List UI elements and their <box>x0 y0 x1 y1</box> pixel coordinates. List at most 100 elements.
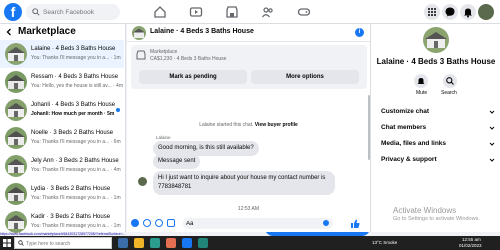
chevron-down-icon[interactable] <box>489 157 495 163</box>
search-icon <box>32 8 40 16</box>
listing-thumbnail <box>5 155 27 177</box>
bell-icon[interactable] <box>414 74 428 88</box>
conversation-title: Lydia · 3 Beds 2 Baths House <box>31 186 111 192</box>
home-icon[interactable] <box>153 5 167 19</box>
listing-thumbnail[interactable] <box>423 27 449 53</box>
like-icon[interactable] <box>349 218 361 230</box>
gaming-icon[interactable] <box>297 5 311 19</box>
conversation-preview: You: Thanks I'll message you in a... · 1… <box>31 195 121 201</box>
conversation-item[interactable]: Ressam · 4 Beds 3 Baths House You: Hello… <box>0 68 124 96</box>
video-icon[interactable] <box>189 5 203 19</box>
system-message-text: Lalaine started this chat. <box>199 122 254 128</box>
conversation-title: Jely Ann · 3 Beds 2 Baths House <box>31 158 119 164</box>
windows-start-icon[interactable] <box>3 239 11 247</box>
conversation-item[interactable]: Johanli · 4 Beds 3 Baths House Johanli: … <box>0 96 124 124</box>
emoji-icon[interactable] <box>323 220 329 226</box>
search-label: Search <box>441 90 457 96</box>
sender-name: Lalaine <box>156 135 171 140</box>
search-icon <box>18 240 24 246</box>
listing-thumbnail <box>5 127 27 149</box>
conversation-item[interactable]: Noelle · 3 Beds 2 Baths House You: Thank… <box>0 124 124 152</box>
conversation-title: Noelle · 3 Beds 2 Baths House <box>31 130 114 136</box>
taskbar-time[interactable]: 12:55 am <box>462 237 481 242</box>
taskview-icon[interactable] <box>118 238 128 248</box>
avatar[interactable] <box>478 4 494 20</box>
marketplace-icon <box>136 50 146 60</box>
chat-members-section[interactable]: Chat members <box>381 124 426 131</box>
back-arrow-icon[interactable] <box>5 28 13 36</box>
messenger-icon[interactable] <box>442 4 458 20</box>
edge-icon[interactable] <box>150 238 160 248</box>
chat-header: Lalaine · 4 Beds 3 Baths House i <box>127 24 370 42</box>
message-bubble-in: Message sent <box>153 154 201 169</box>
photo-icon[interactable] <box>143 219 151 227</box>
file-explorer-icon[interactable] <box>134 238 144 248</box>
windows-taskbar: 13°C Smoke 12:55 am 01/02/2023 <box>0 236 500 250</box>
details-name: Lalaine · 4 Beds 3 Baths House <box>376 57 496 66</box>
search-icon[interactable] <box>443 74 457 88</box>
listing-thumbnail <box>5 71 27 93</box>
search-input[interactable] <box>43 6 117 18</box>
details-panel: Lalaine · 4 Beds 3 Baths House Mute Sear… <box>370 24 500 232</box>
message-timestamp: 12:53 AM <box>237 206 260 212</box>
conversation-preview: You: Thanks I'll message you in a... · 4… <box>31 167 121 173</box>
customize-chat-section[interactable]: Customize chat <box>381 108 429 115</box>
message-composer <box>127 216 370 232</box>
conversation-title: Johanli · 4 Beds 3 Baths House <box>31 102 116 108</box>
marketplace-item-card: Marketplace CA$1,230 · 4 Beds 3 Baths Ho… <box>131 45 367 89</box>
taskbar-search[interactable] <box>14 237 112 249</box>
weather-status[interactable]: 13°C Smoke <box>372 240 397 245</box>
sidebar-title: Marketplace <box>18 26 76 37</box>
listing-thumbnail <box>5 183 27 205</box>
app-icon[interactable] <box>182 238 192 248</box>
conversation-preview: You: Thanks I'll message you in a... · 1… <box>31 55 121 61</box>
plus-icon[interactable] <box>131 219 139 227</box>
taskbar-search-input[interactable] <box>26 239 110 248</box>
chevron-down-icon[interactable] <box>489 125 495 131</box>
listing-thumbnail <box>5 99 27 121</box>
conversation-title: Ressam · 4 Beds 3 Baths House <box>31 74 119 80</box>
system-message: Lalaine started this chat. View buyer pr… <box>127 122 370 128</box>
conversation-title: Kadir · 3 Beds 2 Baths House <box>31 214 111 220</box>
conversation-title: Lalaine · 4 Beds 3 Baths House <box>31 46 116 52</box>
conversation-preview: You: Hello, yes the house is still av...… <box>31 83 123 89</box>
chevron-down-icon[interactable] <box>489 109 495 115</box>
item-price: CA$1,230 · 4 Beds 3 Baths House <box>150 56 227 62</box>
conversation-preview: You: Thanks I'll message you in a... · 1… <box>31 223 121 229</box>
mark-pending-button[interactable]: Mark as pending <box>139 70 247 84</box>
conversation-item[interactable]: Lydia · 3 Beds 2 Baths House You: Thanks… <box>0 180 124 208</box>
message-input[interactable] <box>183 218 333 229</box>
conversation-item[interactable]: Jely Ann · 3 Beds 2 Baths House You: Tha… <box>0 152 124 180</box>
view-buyer-profile-link[interactable]: View buyer profile <box>255 122 298 128</box>
listing-thumbnail <box>5 43 27 65</box>
marketplace-icon[interactable] <box>225 5 239 19</box>
groups-icon[interactable] <box>261 5 275 19</box>
sender-avatar <box>138 177 147 186</box>
chrome-icon[interactable] <box>166 238 176 248</box>
facebook-logo[interactable]: f <box>4 3 22 21</box>
conversation-sidebar: Marketplace Lalaine · 4 Beds 3 Baths Hou… <box>0 24 126 233</box>
media-files-section[interactable]: Media, files and links <box>381 140 446 147</box>
chat-panel: Lalaine · 4 Beds 3 Baths House i Marketp… <box>127 24 370 240</box>
privacy-support-section[interactable]: Privacy & support <box>381 156 437 163</box>
activate-windows-watermark: Activate Windows <box>393 206 457 215</box>
app-icon[interactable] <box>198 238 208 248</box>
conversation-preview: Johanli: How much per month · 5m <box>31 111 115 117</box>
top-bar: f <box>0 0 500 24</box>
menu-grid-icon[interactable] <box>424 4 440 20</box>
chevron-down-icon[interactable] <box>489 141 495 147</box>
sticker-icon[interactable] <box>155 219 163 227</box>
message-bubble-in: Hi I just want to inquire about your hou… <box>153 171 335 195</box>
info-icon[interactable]: i <box>355 28 364 37</box>
message-text: 7783848781 <box>158 184 192 190</box>
search-box[interactable] <box>26 4 120 20</box>
bell-icon[interactable] <box>460 4 476 20</box>
taskbar-date[interactable]: 01/02/2023 <box>459 243 482 248</box>
gif-icon[interactable] <box>167 219 175 227</box>
conversation-item[interactable]: Lalaine · 4 Beds 3 Baths House You: Than… <box>0 40 124 68</box>
unread-dot <box>116 108 120 112</box>
listing-thumbnail[interactable] <box>132 26 146 40</box>
chat-title[interactable]: Lalaine · 4 Beds 3 Baths House <box>150 28 254 35</box>
more-options-button[interactable]: More options <box>251 70 359 84</box>
message-text: Hi I just want to inquire about your hou… <box>158 175 326 181</box>
